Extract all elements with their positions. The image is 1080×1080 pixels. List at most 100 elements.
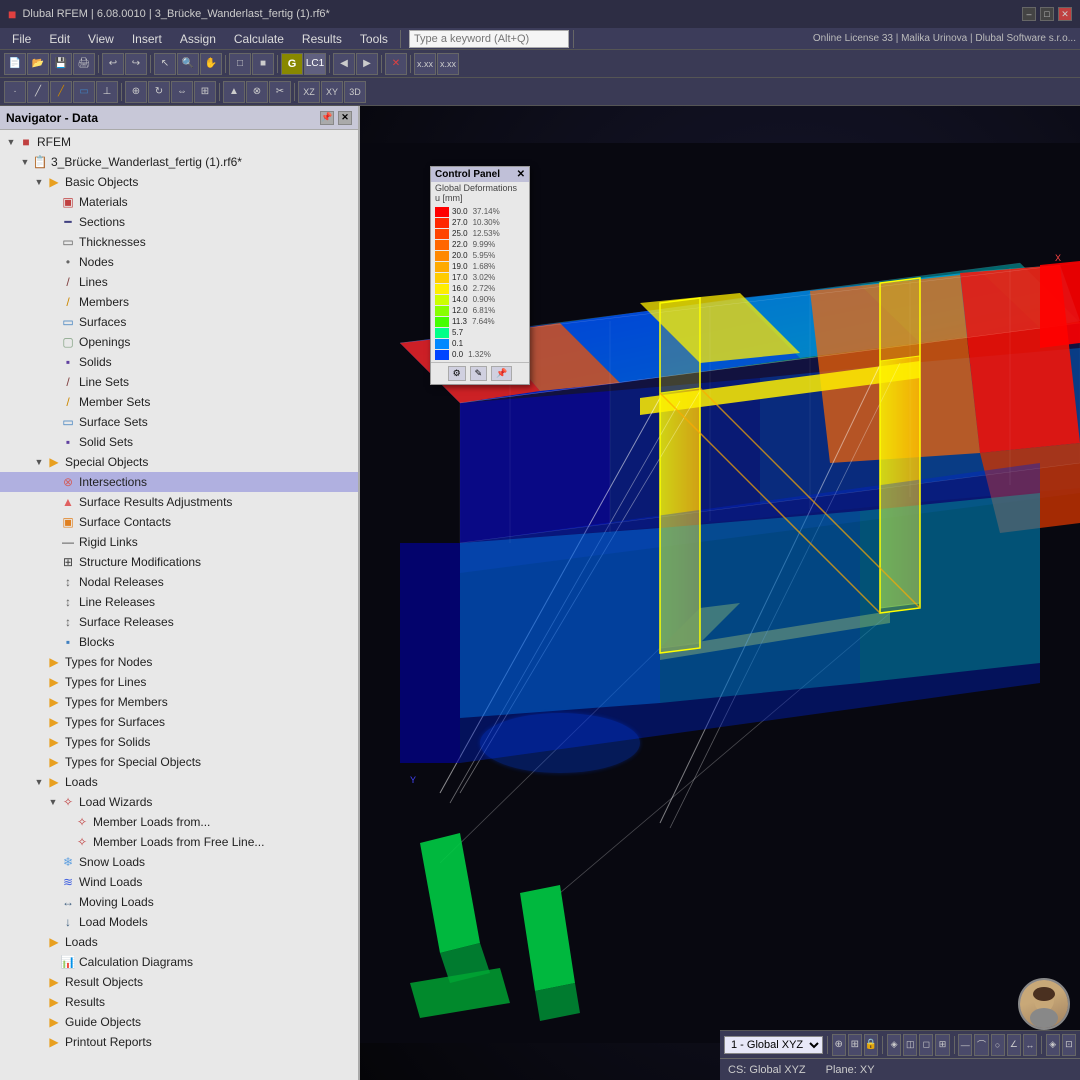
nav-tree-item-windloads[interactable]: ≋Wind Loads — [0, 872, 358, 892]
minimize-button[interactable]: – — [1022, 7, 1036, 21]
bt-snap[interactable]: ⊕ — [832, 1034, 846, 1056]
nav-tree-item-solids[interactable]: ▪Solids — [0, 352, 358, 372]
nav-tree-item-nodalreleases[interactable]: ↕Nodal Releases — [0, 572, 358, 592]
nav-tree-item-results[interactable]: ▶Results — [0, 992, 358, 1012]
menu-calculate[interactable]: Calculate — [226, 30, 292, 48]
nav-tree-item-surfaceresults[interactable]: ▲Surface Results Adjustments — [0, 492, 358, 512]
nav-tree-item-typessurfaces[interactable]: ▶Types for Surfaces — [0, 712, 358, 732]
nav-tree-item-linesets[interactable]: /Line Sets — [0, 372, 358, 392]
nav-tree-item-file[interactable]: ▼📋3_Brücke_Wanderlast_fertig (1).rf6* — [0, 152, 358, 172]
tb-draw-node[interactable]: · — [4, 81, 26, 103]
tb-new[interactable]: 📄 — [4, 53, 26, 75]
nav-tree-item-thicknesses[interactable]: ▭Thicknesses — [0, 232, 358, 252]
tb-solid[interactable]: ■ — [252, 53, 274, 75]
bt-circle[interactable]: ○ — [991, 1034, 1005, 1056]
bt-view2[interactable]: ◫ — [903, 1034, 917, 1056]
nav-tree-item-movingloads[interactable]: ↔Moving Loads — [0, 892, 358, 912]
search-input[interactable] — [409, 30, 569, 48]
bt-lock[interactable]: 🔒 — [864, 1034, 878, 1056]
tb-x1[interactable]: x.xx — [414, 53, 436, 75]
nav-tree-item-lines[interactable]: /Lines — [0, 272, 358, 292]
bt-arc[interactable]: ⌒ — [974, 1034, 988, 1056]
nav-tree-item-guideobjects[interactable]: ▶Guide Objects — [0, 1012, 358, 1032]
tb-view-3d[interactable]: 3D — [344, 81, 366, 103]
nav-tree-item-resultobjects[interactable]: ▶Result Objects — [0, 972, 358, 992]
nav-close[interactable]: ✕ — [338, 111, 352, 125]
viewport[interactable]: X Y Control Panel ✕ Global Deformations … — [360, 106, 1080, 1080]
tb-view-top[interactable]: XY — [321, 81, 343, 103]
close-button[interactable]: ✕ — [1058, 7, 1072, 21]
tb-draw-support[interactable]: ⊥ — [96, 81, 118, 103]
nav-tree-item-linereleases[interactable]: ↕Line Releases — [0, 592, 358, 612]
bt-view1[interactable]: ◈ — [887, 1034, 901, 1056]
nav-tree-item-special[interactable]: ▼▶Special Objects — [0, 452, 358, 472]
tb-select[interactable]: ↖ — [154, 53, 176, 75]
nav-tree-item-typesnodes[interactable]: ▶Types for Nodes — [0, 652, 358, 672]
nav-tree-item-memberloadsfree[interactable]: ✧Member Loads from Free Line... — [0, 832, 358, 852]
nav-tree-item-typeslines[interactable]: ▶Types for Lines — [0, 672, 358, 692]
nav-tree-item-typesspecial[interactable]: ▶Types for Special Objects — [0, 752, 358, 772]
menu-edit[interactable]: Edit — [41, 30, 78, 48]
tb-stop[interactable]: ✕ — [385, 53, 407, 75]
bt-view4[interactable]: ⊞ — [935, 1034, 949, 1056]
nav-tree-item-memberloads[interactable]: ✧Member Loads from... — [0, 812, 358, 832]
nav-tree-item-loads[interactable]: ▶Loads — [0, 932, 358, 952]
menu-tools[interactable]: Tools — [352, 30, 396, 48]
nav-tree-item-rigidlinks[interactable]: —Rigid Links — [0, 532, 358, 552]
tb-print[interactable]: 🖨 — [73, 53, 95, 75]
nav-tree-item-blocks[interactable]: ▪Blocks — [0, 632, 358, 652]
nav-tree-item-surfacereleases[interactable]: ↕Surface Releases — [0, 612, 358, 632]
tb-lc[interactable]: LC1 — [304, 53, 326, 75]
tb-save[interactable]: 💾 — [50, 53, 72, 75]
nav-tree-item-loadmodels[interactable]: ↓Load Models — [0, 912, 358, 932]
nav-tree-item-typesmembers[interactable]: ▶Types for Members — [0, 692, 358, 712]
tb-draw-surface[interactable]: ▭ — [73, 81, 95, 103]
nav-tree-item-typessolids[interactable]: ▶Types for Solids — [0, 732, 358, 752]
nav-tree-item-basic[interactable]: ▼▶Basic Objects — [0, 172, 358, 192]
menu-assign[interactable]: Assign — [172, 30, 224, 48]
tb-redo[interactable]: ↪ — [125, 53, 147, 75]
nav-tree-item-solidsets[interactable]: ▪Solid Sets — [0, 432, 358, 452]
nav-pin[interactable]: 📌 — [320, 111, 334, 125]
nav-tree-item-intersections[interactable]: ⊗Intersections — [0, 472, 358, 492]
nav-tree-item-loadwizards[interactable]: ▼✧Load Wizards — [0, 792, 358, 812]
nav-tree-item-membersets[interactable]: /Member Sets — [0, 392, 358, 412]
bt-ortho[interactable]: ⊡ — [1062, 1034, 1076, 1056]
cp-edit-btn[interactable]: ✎ — [470, 366, 488, 381]
tb-prev[interactable]: ◀ — [333, 53, 355, 75]
nav-tree-item-surfaces[interactable]: ▭Surfaces — [0, 312, 358, 332]
maximize-button[interactable]: □ — [1040, 7, 1054, 21]
tb-pan[interactable]: ✋ — [200, 53, 222, 75]
nav-tree-item-rfem[interactable]: ▼■RFEM — [0, 132, 358, 152]
cp-pin-btn[interactable]: 📌 — [491, 366, 512, 381]
bt-angle[interactable]: ∠ — [1007, 1034, 1021, 1056]
nav-tree-item-structuremod[interactable]: ⊞Structure Modifications — [0, 552, 358, 572]
menu-results[interactable]: Results — [294, 30, 350, 48]
nav-tree-item-loadgroup[interactable]: ▼▶Loads — [0, 772, 358, 792]
cp-settings-btn[interactable]: ⚙ — [448, 366, 466, 381]
tb-move[interactable]: ⊕ — [125, 81, 147, 103]
tb-undo[interactable]: ↩ — [102, 53, 124, 75]
cp-close-button[interactable]: ✕ — [517, 169, 525, 180]
tb-zoom[interactable]: 🔍 — [177, 53, 199, 75]
tb-extrude[interactable]: ▲ — [223, 81, 245, 103]
menu-insert[interactable]: Insert — [124, 30, 170, 48]
tb-mirror[interactable]: ⇔ — [171, 81, 193, 103]
bt-dim[interactable]: ↔ — [1023, 1034, 1037, 1056]
tb-view-front[interactable]: XZ — [298, 81, 320, 103]
tb-g[interactable]: G — [281, 53, 303, 75]
tb-draw-line[interactable]: ╱ — [27, 81, 49, 103]
tb-divide[interactable]: ✂ — [269, 81, 291, 103]
menu-file[interactable]: File — [4, 30, 39, 48]
tb-wire[interactable]: □ — [229, 53, 251, 75]
nav-tree-item-materials[interactable]: ▣Materials — [0, 192, 358, 212]
tb-open[interactable]: 📂 — [27, 53, 49, 75]
nav-tree-item-sections[interactable]: ━Sections — [0, 212, 358, 232]
nav-tree-item-surfacesets[interactable]: ▭Surface Sets — [0, 412, 358, 432]
nav-tree-item-printout[interactable]: ▶Printout Reports — [0, 1032, 358, 1052]
tb-copy[interactable]: ⊞ — [194, 81, 216, 103]
coord-system-select[interactable]: 1 - Global XYZ — [724, 1036, 823, 1054]
nav-tree-item-members[interactable]: /Members — [0, 292, 358, 312]
bt-iso[interactable]: ◈ — [1046, 1034, 1060, 1056]
nav-tree-item-snowloads[interactable]: ❄Snow Loads — [0, 852, 358, 872]
